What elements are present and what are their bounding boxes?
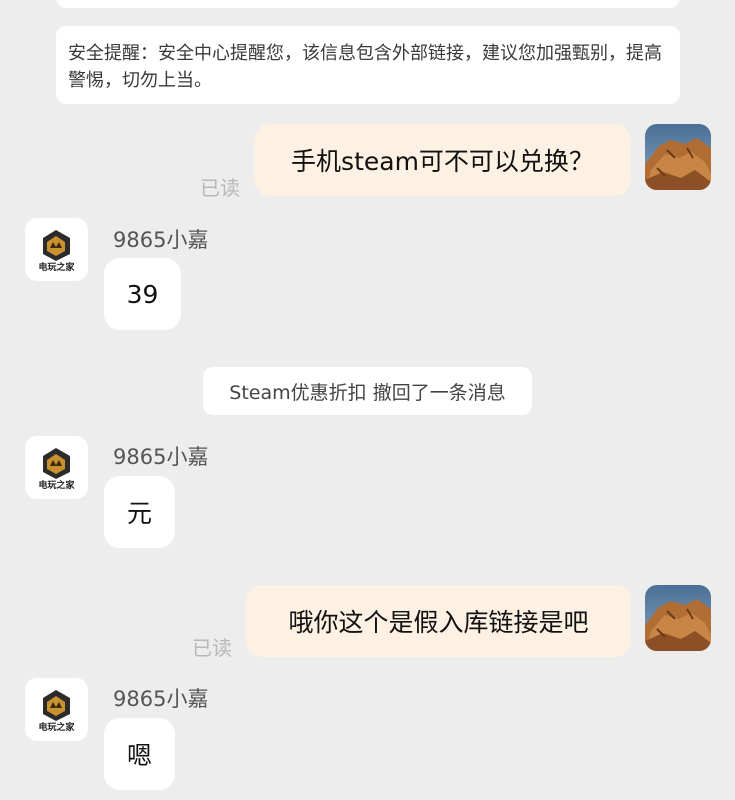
security-notice: 安全提醒：安全中心提醒您，该信息包含外部链接，建议您加强甄别，提高警惕，切勿上当… (56, 26, 680, 104)
contact-avatar[interactable]: 电玩之家 (25, 678, 88, 741)
incoming-message-bubble[interactable]: 嗯 (104, 718, 175, 790)
outgoing-message-bubble[interactable]: 手机steam可不可以兑换？ (254, 124, 631, 196)
contact-logo-text: 电玩之家 (38, 261, 75, 273)
self-avatar[interactable] (645, 124, 711, 190)
sender-name: 9865小嘉 (113, 228, 209, 252)
sender-name: 9865小嘉 (113, 445, 209, 469)
read-status: 已读 (192, 636, 232, 660)
contact-avatar[interactable]: 电玩之家 (25, 218, 88, 281)
outgoing-message-bubble[interactable]: 哦你这个是假入库链接是吧 (246, 585, 631, 657)
self-avatar[interactable] (645, 585, 711, 651)
previous-message-card (56, 0, 680, 8)
contact-avatar[interactable]: 电玩之家 (25, 436, 88, 499)
sender-name: 9865小嘉 (113, 687, 209, 711)
contact-logo-text: 电玩之家 (38, 479, 75, 491)
recall-system-message: Steam优惠折扣 撤回了一条消息 (203, 367, 532, 415)
contact-logo-text: 电玩之家 (38, 721, 75, 733)
incoming-message-bubble[interactable]: 39 (104, 258, 181, 330)
read-status: 已读 (200, 176, 240, 200)
incoming-message-bubble[interactable]: 元 (104, 476, 175, 548)
